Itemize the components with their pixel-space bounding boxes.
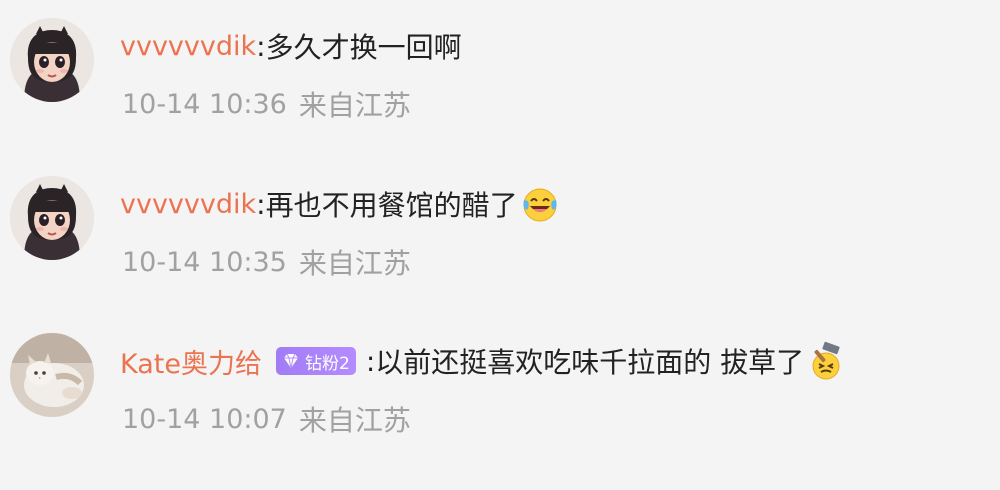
comment-line: vvvvvvdik : 再也不用餐馆的醋了 [120,184,560,224]
username-link[interactable]: Kate奥力给 [120,342,262,381]
fan-badge-label: 钻粉2 [304,353,350,374]
comment-line: Kate奥力给 钻粉2 : 以前还挺喜欢吃味千拉面的 拔草了 [120,341,846,381]
username-link[interactable]: vvvvvvdik [120,189,256,220]
laughing-crying-emoji-icon [520,184,560,224]
username-link[interactable]: vvvvvvdik [120,31,256,62]
separator: : [256,187,266,221]
comment-text: 多久才换一回啊 [265,31,462,64]
comment-time: 10-14 10:36 [122,88,287,120]
comment-item: vvvvvvdik : 多久才换一回啊 10-14 10:36 来自江苏 [0,18,1000,148]
cartoon-girl-avatar-icon [10,18,94,102]
comment-text: 再也不用餐馆的醋了 [265,189,518,222]
separator: : [256,29,266,63]
comment-line: vvvvvvdik : 多久才换一回啊 [120,26,462,66]
comment-time: 10-14 10:35 [122,246,287,278]
user-avatar[interactable] [10,176,94,260]
comment-text: 以前还挺喜欢吃味千拉面的 拔草了 [375,346,805,379]
comment-source: 来自江苏 [298,404,411,437]
user-avatar[interactable] [10,333,94,417]
hammer-face-emoji-icon [806,341,846,381]
comment-item: Kate奥力给 钻粉2 : 以前还挺喜欢吃味千拉面的 拔草了 10-14 10:… [0,333,1000,463]
separator: : [365,344,376,378]
fan-badge[interactable]: 钻粉2 [275,347,356,375]
comment-time: 10-14 10:07 [122,403,287,435]
comment-meta: 10-14 10:36 来自江苏 [122,86,411,123]
comment-source: 来自江苏 [298,89,411,122]
diamond-icon [283,353,298,369]
cat-photo-avatar-icon [10,333,94,417]
comment-item: vvvvvvdik : 再也不用餐馆的醋了 10-14 10:35 来自江苏 [0,176,1000,306]
cartoon-girl-avatar-icon [10,176,94,260]
user-avatar[interactable] [10,18,94,102]
comment-source: 来自江苏 [298,247,411,280]
comment-meta: 10-14 10:07 来自江苏 [122,401,411,438]
comment-meta: 10-14 10:35 来自江苏 [122,244,411,281]
